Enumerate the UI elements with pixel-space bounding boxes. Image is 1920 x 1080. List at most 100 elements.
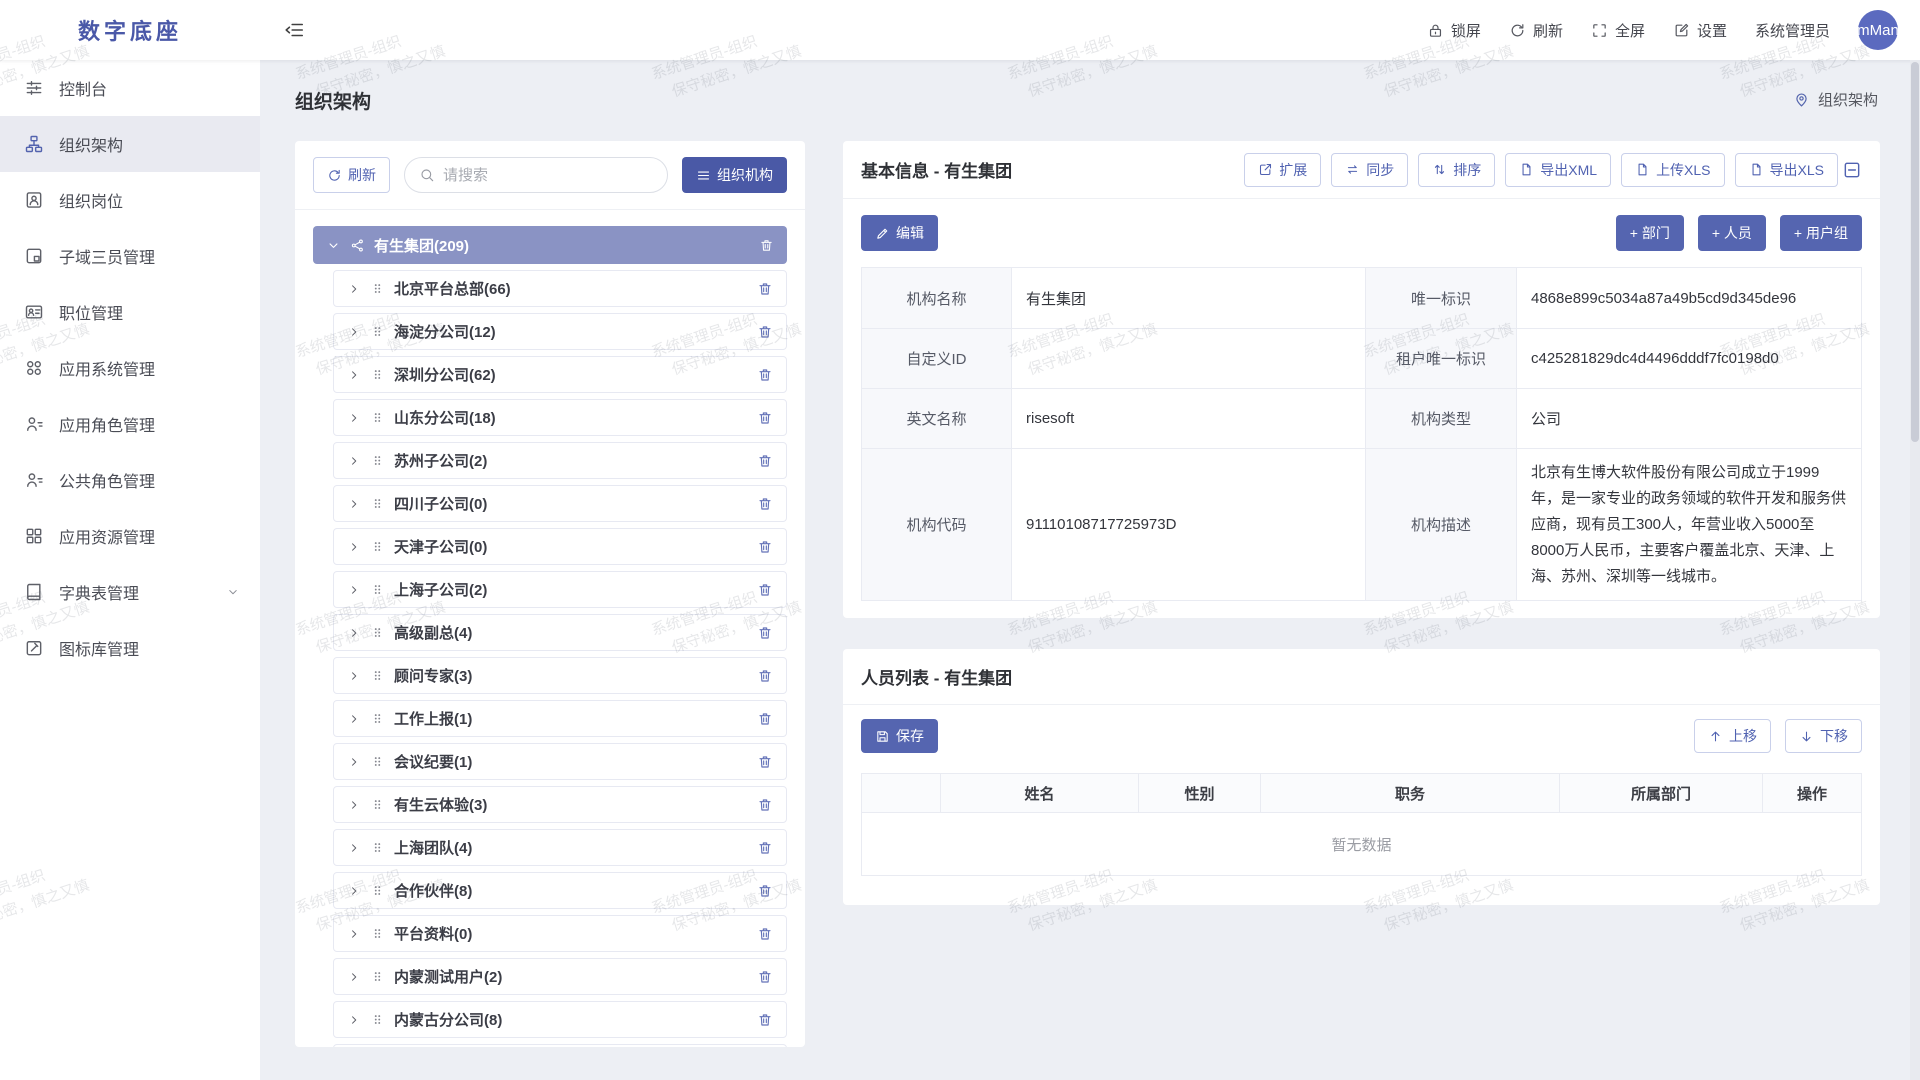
drag-handle-icon[interactable] bbox=[370, 625, 385, 640]
export-xml-button[interactable]: 导出XML bbox=[1505, 153, 1611, 187]
drag-handle-icon[interactable] bbox=[370, 582, 385, 597]
tree-item[interactable]: 顾问专家(3) bbox=[333, 657, 787, 694]
sidebar-item-org-post[interactable]: 组织岗位 bbox=[0, 172, 260, 228]
chevron-right-icon[interactable] bbox=[347, 970, 361, 984]
delete-icon[interactable] bbox=[757, 797, 773, 813]
page-scrollbar[interactable] bbox=[1910, 60, 1920, 1080]
collapse-panel-icon[interactable] bbox=[1842, 160, 1862, 180]
delete-icon[interactable] bbox=[757, 367, 773, 383]
delete-icon[interactable] bbox=[757, 969, 773, 985]
chevron-right-icon[interactable] bbox=[347, 884, 361, 898]
sidebar-item-dictionary[interactable]: 字典表管理 bbox=[0, 564, 260, 620]
add-department-button[interactable]: + 部门 bbox=[1616, 215, 1684, 251]
delete-icon[interactable] bbox=[757, 926, 773, 942]
delete-icon[interactable] bbox=[757, 496, 773, 512]
delete-icon[interactable] bbox=[757, 324, 773, 340]
sidebar-item-app-resource[interactable]: 应用资源管理 bbox=[0, 508, 260, 564]
drag-handle-icon[interactable] bbox=[370, 281, 385, 296]
tree-item[interactable]: 内蒙测试用户(2) bbox=[333, 958, 787, 995]
delete-icon[interactable] bbox=[757, 711, 773, 727]
avatar[interactable]: mMan bbox=[1858, 10, 1898, 50]
export-xls-button[interactable]: 导出XLS bbox=[1735, 153, 1838, 187]
sidebar-item-icon-library[interactable]: 图标库管理 bbox=[0, 620, 260, 676]
drag-handle-icon[interactable] bbox=[370, 840, 385, 855]
tree-item[interactable]: 上海子公司(2) bbox=[333, 571, 787, 608]
delete-icon[interactable] bbox=[757, 883, 773, 899]
tree-search-input[interactable] bbox=[443, 167, 653, 184]
delete-icon[interactable] bbox=[757, 1012, 773, 1028]
sidebar-item-org-structure[interactable]: 组织架构 bbox=[0, 116, 260, 172]
tree-item[interactable]: 海淀分公司(12) bbox=[333, 313, 787, 350]
delete-icon[interactable] bbox=[757, 668, 773, 684]
settings-button[interactable]: 设置 bbox=[1673, 20, 1727, 41]
delete-icon[interactable] bbox=[757, 410, 773, 426]
sidebar-item-subdomain-admin[interactable]: 子域三员管理 bbox=[0, 228, 260, 284]
chevron-right-icon[interactable] bbox=[347, 583, 361, 597]
chevron-right-icon[interactable] bbox=[347, 282, 361, 296]
save-button[interactable]: 保存 bbox=[861, 719, 938, 753]
chevron-right-icon[interactable] bbox=[347, 497, 361, 511]
chevron-right-icon[interactable] bbox=[347, 1013, 361, 1027]
tree-item[interactable]: 上海团队(4) bbox=[333, 829, 787, 866]
chevron-right-icon[interactable] bbox=[347, 798, 361, 812]
tree-item[interactable]: 管理员组(9) bbox=[333, 1044, 787, 1047]
fullscreen-button[interactable]: 全屏 bbox=[1591, 20, 1645, 41]
tree-item[interactable]: 深圳分公司(62) bbox=[333, 356, 787, 393]
org-structure-button[interactable]: 组织机构 bbox=[682, 157, 787, 193]
scrollbar-thumb[interactable] bbox=[1911, 62, 1919, 442]
drag-handle-icon[interactable] bbox=[370, 539, 385, 554]
chevron-right-icon[interactable] bbox=[347, 540, 361, 554]
lock-button[interactable]: 锁屏 bbox=[1427, 20, 1481, 41]
drag-handle-icon[interactable] bbox=[370, 496, 385, 511]
drag-handle-icon[interactable] bbox=[370, 711, 385, 726]
chevron-right-icon[interactable] bbox=[347, 411, 361, 425]
sidebar-item-position[interactable]: 职位管理 bbox=[0, 284, 260, 340]
chevron-right-icon[interactable] bbox=[347, 712, 361, 726]
add-person-button[interactable]: + 人员 bbox=[1698, 215, 1766, 251]
sidebar-item-public-role[interactable]: 公共角色管理 bbox=[0, 452, 260, 508]
chevron-right-icon[interactable] bbox=[347, 368, 361, 382]
chevron-right-icon[interactable] bbox=[347, 841, 361, 855]
tree-item[interactable]: 有生云体验(3) bbox=[333, 786, 787, 823]
tree-item[interactable]: 苏州子公司(2) bbox=[333, 442, 787, 479]
add-user-group-button[interactable]: + 用户组 bbox=[1780, 215, 1862, 251]
delete-icon[interactable] bbox=[757, 281, 773, 297]
delete-icon[interactable] bbox=[757, 625, 773, 641]
drag-handle-icon[interactable] bbox=[370, 969, 385, 984]
tree-item[interactable]: 合作伙伴(8) bbox=[333, 872, 787, 909]
tree-item[interactable]: 北京平台总部(66) bbox=[333, 270, 787, 307]
sync-button[interactable]: 同步 bbox=[1331, 153, 1408, 187]
drag-handle-icon[interactable] bbox=[370, 367, 385, 382]
move-down-button[interactable]: 下移 bbox=[1785, 719, 1862, 753]
drag-handle-icon[interactable] bbox=[370, 324, 385, 339]
sort-button[interactable]: 排序 bbox=[1418, 153, 1495, 187]
tree-item[interactable]: 工作上报(1) bbox=[333, 700, 787, 737]
tree-item[interactable]: 四川子公司(0) bbox=[333, 485, 787, 522]
sidebar-item-app-system[interactable]: 应用系统管理 bbox=[0, 340, 260, 396]
menu-fold-icon[interactable] bbox=[283, 19, 305, 41]
chevron-right-icon[interactable] bbox=[347, 325, 361, 339]
drag-handle-icon[interactable] bbox=[370, 453, 385, 468]
tree-item[interactable]: 会议纪要(1) bbox=[333, 743, 787, 780]
drag-handle-icon[interactable] bbox=[370, 754, 385, 769]
chevron-right-icon[interactable] bbox=[347, 669, 361, 683]
drag-handle-icon[interactable] bbox=[370, 926, 385, 941]
tree-item[interactable]: 高级副总(4) bbox=[333, 614, 787, 651]
sidebar-item-console[interactable]: 控制台 bbox=[0, 60, 260, 116]
drag-handle-icon[interactable] bbox=[370, 883, 385, 898]
edit-button[interactable]: 编辑 bbox=[861, 215, 938, 251]
move-up-button[interactable]: 上移 bbox=[1694, 719, 1771, 753]
tree-item[interactable]: 山东分公司(18) bbox=[333, 399, 787, 436]
current-user-label[interactable]: 系统管理员 bbox=[1755, 20, 1830, 41]
chevron-right-icon[interactable] bbox=[347, 626, 361, 640]
drag-handle-icon[interactable] bbox=[370, 1012, 385, 1027]
chevron-right-icon[interactable] bbox=[347, 454, 361, 468]
drag-handle-icon[interactable] bbox=[370, 410, 385, 425]
delete-icon[interactable] bbox=[757, 453, 773, 469]
upload-xls-button[interactable]: 上传XLS bbox=[1621, 153, 1724, 187]
delete-icon[interactable] bbox=[757, 539, 773, 555]
chevron-right-icon[interactable] bbox=[347, 755, 361, 769]
drag-handle-icon[interactable] bbox=[370, 668, 385, 683]
delete-icon[interactable] bbox=[757, 754, 773, 770]
tree-item[interactable]: 内蒙古分公司(8) bbox=[333, 1001, 787, 1038]
